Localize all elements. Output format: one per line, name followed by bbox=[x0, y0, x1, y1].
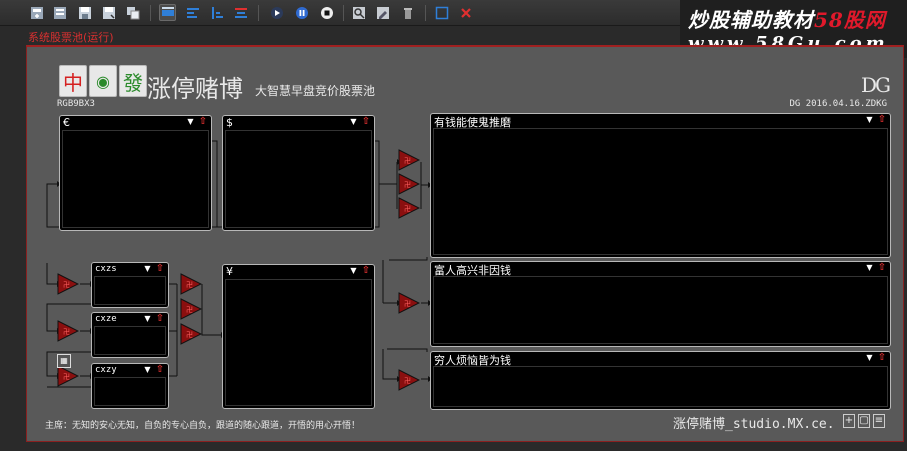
stock-list[interactable] bbox=[225, 130, 372, 228]
move-up-icon[interactable]: ⇧ bbox=[877, 263, 887, 273]
move-up-icon[interactable]: ⇧ bbox=[877, 115, 887, 125]
frame-icon[interactable] bbox=[433, 4, 450, 21]
copy-icon[interactable] bbox=[124, 4, 141, 21]
panel-cxzy[interactable]: cxzy ▼ ⇧ bbox=[91, 363, 169, 409]
move-up-icon[interactable]: ⇧ bbox=[877, 353, 887, 363]
dropdown-icon[interactable]: ▼ bbox=[349, 117, 358, 126]
close-icon[interactable] bbox=[457, 4, 474, 21]
watermark-title: 炒股辅助教材58股网 bbox=[688, 8, 886, 32]
layout-horizontal-icon[interactable] bbox=[159, 4, 176, 21]
filter-triangle-icon[interactable]: 卍 bbox=[57, 320, 79, 342]
filter-triangle-icon[interactable]: 卍 bbox=[398, 292, 420, 314]
edit-filter-icon[interactable] bbox=[374, 4, 391, 21]
menu-button[interactable]: ≡ bbox=[873, 414, 885, 428]
move-up-icon[interactable]: ⇧ bbox=[361, 266, 371, 276]
panel-dollar[interactable]: $ ▼ ⇧ bbox=[222, 115, 375, 231]
svg-text:卍: 卍 bbox=[63, 373, 70, 381]
stock-list[interactable] bbox=[94, 326, 166, 355]
dropdown-icon[interactable]: ▼ bbox=[143, 264, 152, 273]
dropdown-icon[interactable]: ▼ bbox=[143, 365, 152, 374]
panel-cxze[interactable]: cxze ▼ ⇧ bbox=[91, 312, 169, 358]
stock-list[interactable] bbox=[62, 130, 209, 228]
footer-motto: 主席：无知的安心无知，自负的专心自负，跟道的随心跟道，开悟的用心开悟！ bbox=[45, 421, 361, 431]
dropdown-icon[interactable]: ▼ bbox=[143, 314, 152, 323]
toolbar-separator bbox=[150, 5, 151, 21]
svg-text:卍: 卍 bbox=[186, 306, 193, 314]
svg-text:卍: 卍 bbox=[404, 377, 411, 385]
filter-triangle-icon[interactable]: 卍 bbox=[57, 273, 79, 295]
filter-triangle-icon[interactable]: 卍 bbox=[180, 298, 202, 320]
stock-list[interactable] bbox=[94, 276, 166, 305]
stop-icon[interactable] bbox=[318, 4, 335, 21]
stock-list[interactable] bbox=[433, 276, 888, 344]
dropdown-icon[interactable]: ▼ bbox=[865, 353, 874, 362]
step-icon[interactable] bbox=[268, 4, 285, 21]
trash-icon[interactable] bbox=[399, 4, 416, 21]
filter-triangle-icon[interactable]: 卍 bbox=[398, 197, 420, 219]
svg-text:卍: 卍 bbox=[63, 328, 70, 336]
panel-title: cxzs bbox=[95, 264, 117, 274]
filter-icon[interactable] bbox=[350, 4, 367, 21]
stock-list[interactable] bbox=[94, 377, 166, 406]
svg-text:卍: 卍 bbox=[404, 157, 411, 165]
align-center-icon[interactable] bbox=[232, 4, 249, 21]
dropdown-icon[interactable]: ▼ bbox=[349, 266, 358, 275]
filter-triangle-icon[interactable]: 卍 bbox=[398, 369, 420, 391]
filter-triangle-icon[interactable]: 卍 bbox=[57, 365, 79, 387]
panel-euro[interactable]: € ▼ ⇧ bbox=[59, 115, 212, 231]
panel-title: ¥ bbox=[226, 265, 233, 278]
move-up-icon[interactable]: ⇧ bbox=[155, 314, 165, 324]
open-pool-icon[interactable] bbox=[51, 4, 68, 21]
panel-cxzs[interactable]: cxzs ▼ ⇧ bbox=[91, 262, 169, 308]
panel-result-1[interactable]: 有钱能使鬼推磨 ▼ ⇧ bbox=[430, 113, 891, 258]
svg-text:卍: 卍 bbox=[186, 331, 193, 339]
filter-triangle-icon[interactable]: 卍 bbox=[180, 323, 202, 345]
move-up-icon[interactable]: ⇧ bbox=[361, 117, 371, 127]
svg-text:卍: 卍 bbox=[63, 281, 70, 289]
panel-result-3[interactable]: 穷人烦恼皆为钱 ▼ ⇧ bbox=[430, 351, 891, 410]
stock-list[interactable] bbox=[433, 366, 888, 407]
calculator-icon[interactable]: ▦ bbox=[57, 354, 71, 368]
studio-credit: 涨停赌博_studio.MX.ce. bbox=[673, 417, 835, 432]
panel-result-2[interactable]: 富人高兴非因钱 ▼ ⇧ bbox=[430, 261, 891, 347]
svg-text:卍: 卍 bbox=[404, 181, 411, 189]
toolbar-separator bbox=[258, 5, 259, 21]
toolbar-separator bbox=[343, 5, 344, 21]
dropdown-icon[interactable]: ▼ bbox=[865, 263, 874, 272]
panel-yen[interactable]: ¥ ▼ ⇧ bbox=[222, 264, 375, 409]
stock-list[interactable] bbox=[225, 279, 372, 406]
move-up-icon[interactable]: ⇧ bbox=[198, 117, 208, 127]
new-pool-icon[interactable] bbox=[28, 4, 45, 21]
stock-list[interactable] bbox=[433, 128, 888, 255]
pool-frame: 中 ◉ 發 涨停赌博 大智慧早盘竞价股票池 DG RGB9BX3 DG 2016… bbox=[26, 45, 904, 442]
svg-text:卍: 卍 bbox=[404, 300, 411, 308]
dropdown-icon[interactable]: ▼ bbox=[865, 115, 874, 124]
window-button[interactable]: ▢ bbox=[858, 414, 870, 428]
dropdown-icon[interactable]: ▼ bbox=[186, 117, 195, 126]
toolbar-separator bbox=[425, 5, 426, 21]
move-up-icon[interactable]: ⇧ bbox=[155, 365, 165, 375]
filter-triangle-icon[interactable]: 卍 bbox=[398, 173, 420, 195]
save-as-icon[interactable] bbox=[100, 4, 117, 21]
panel-title: cxze bbox=[95, 314, 117, 324]
align-left-icon[interactable] bbox=[184, 4, 201, 21]
move-up-icon[interactable]: ⇧ bbox=[155, 264, 165, 274]
save-icon[interactable] bbox=[76, 4, 93, 21]
filter-triangle-icon[interactable]: 卍 bbox=[398, 149, 420, 171]
align-bottom-icon[interactable] bbox=[208, 4, 225, 21]
app-window: 炒股辅助教材58股网 www.58Gu.com 系统股票池(运行) 中 ◉ 發 … bbox=[0, 0, 907, 451]
svg-text:卍: 卍 bbox=[404, 205, 411, 213]
add-button[interactable]: + bbox=[843, 414, 855, 428]
pause-icon[interactable] bbox=[293, 4, 310, 21]
panel-title: € bbox=[63, 116, 70, 129]
filter-triangle-icon[interactable]: 卍 bbox=[180, 273, 202, 295]
panel-title: cxzy bbox=[95, 365, 117, 375]
svg-text:卍: 卍 bbox=[186, 281, 193, 289]
panel-title: $ bbox=[226, 116, 233, 129]
pool-status-label: 系统股票池(运行) bbox=[28, 31, 114, 44]
